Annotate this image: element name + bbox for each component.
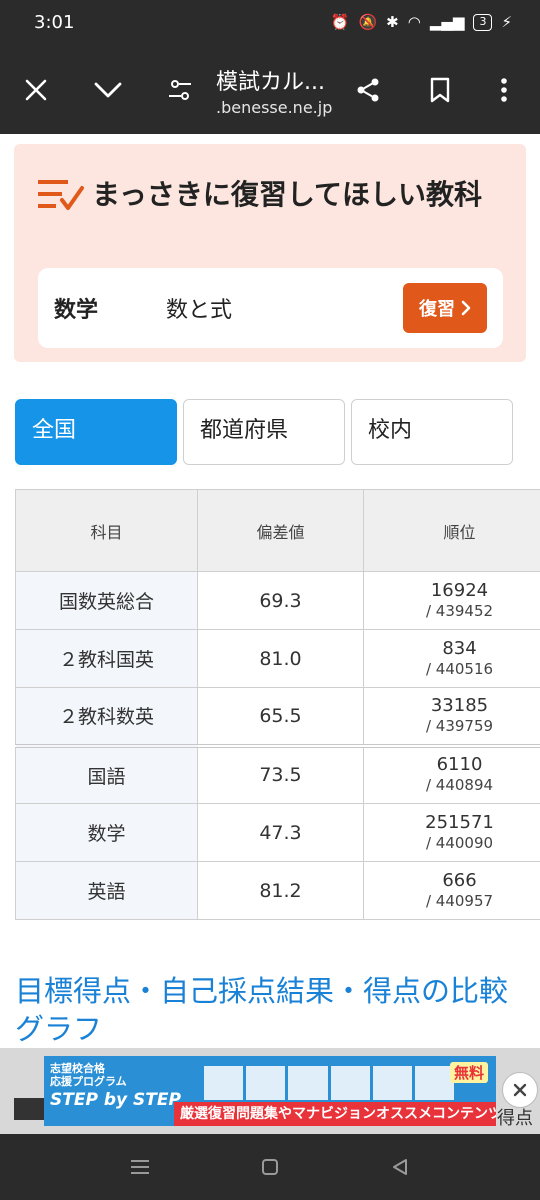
chevron-right-icon [461, 300, 471, 316]
header-rank: 順位 [363, 489, 540, 572]
row-rank: 251571/ 440090 [363, 803, 540, 862]
row-rank: 834/ 440516 [363, 629, 540, 688]
row-deviation: 81.0 [197, 629, 364, 688]
row-deviation: 81.2 [197, 861, 364, 920]
table-row: 英語 81.2 666/ 440957 [15, 861, 540, 920]
mute-icon: 🔕 [358, 13, 378, 31]
ad-program-name: STEP by STEP [50, 1090, 181, 1110]
rank-value: 6110 [436, 754, 483, 776]
rank-value: 834 [442, 637, 477, 659]
table-row: 数学 47.3 251571/ 440090 [15, 803, 540, 862]
row-rank: 33185/ 439759 [363, 687, 540, 746]
alarm-icon: ⏰ [330, 13, 350, 31]
chevron-down-icon[interactable] [88, 70, 128, 110]
system-nav-bar [0, 1134, 540, 1200]
tab-nationwide[interactable]: 全国 [15, 399, 177, 465]
review-button-label: 復習 [419, 299, 455, 320]
scope-tabs: 全国 都道府県 校内 [15, 399, 515, 467]
back-icon[interactable] [380, 1152, 420, 1182]
browser-toolbar: 模試カル... .benesse.ne.jp [0, 48, 540, 134]
status-bar: 3:01 ⏰ 🔕 ✱ ◠ ▂▄▆ 3 ⚡ [0, 0, 540, 48]
tab-school[interactable]: 校内 [351, 399, 513, 465]
table-header: 科目 偏差値 順位 [15, 489, 540, 572]
bluetooth-icon: ✱ [386, 13, 399, 31]
review-button[interactable]: 復習 [403, 283, 487, 333]
row-subject: 国語 [15, 743, 198, 804]
recent-apps-icon[interactable] [120, 1152, 160, 1182]
rank-value: 33185 [430, 694, 489, 716]
rank-value: 16924 [430, 579, 489, 601]
review-card: まっさきに復習してほしい教科 数学 数と式 復習 [14, 144, 526, 362]
grades-table: 科目 偏差値 順位 国数英総合 69.3 16924/ 439452 ２教科国英… [15, 489, 540, 920]
table-row: ２教科数英 65.5 33185/ 439759 [15, 687, 540, 746]
page-title: 模試カル... [216, 70, 325, 95]
close-icon [513, 1083, 527, 1097]
rank-value: 666 [442, 869, 477, 891]
row-subject: 国数英総合 [15, 571, 198, 630]
row-subject: 数学 [15, 803, 198, 862]
rank-value: 251571 [425, 811, 494, 833]
rank-total: / 440090 [425, 833, 494, 852]
row-deviation: 65.5 [197, 687, 364, 746]
bookmark-icon[interactable] [420, 70, 460, 110]
table-row: ２教科国英 81.0 834/ 440516 [15, 629, 540, 688]
header-deviation: 偏差値 [197, 489, 364, 572]
ad-creative[interactable]: 志望校合格 応援プログラム STEP by STEP 無料 厳選復習問題集やマナ… [44, 1056, 496, 1126]
signal-icon: ▂▄▆ [429, 13, 465, 31]
ad-close-button[interactable] [502, 1072, 538, 1108]
ad-books-image [204, 1066, 455, 1100]
header-subject: 科目 [15, 489, 198, 572]
review-subject: 数学 [54, 298, 99, 323]
review-topic: 数と式 [166, 298, 233, 323]
ad-tagline: 厳選復習問題集やマナビジョンオススメコンテンツが使える! [174, 1102, 496, 1126]
row-deviation: 73.5 [197, 743, 364, 804]
wifi-icon: ◠ [407, 13, 421, 31]
tab-prefecture[interactable]: 都道府県 [183, 399, 345, 465]
charging-icon: ⚡ [501, 13, 512, 31]
review-title: まっさきに復習してほしい教科 [92, 178, 483, 211]
table-row: 国数英総合 69.3 16924/ 439452 [15, 571, 540, 630]
share-icon[interactable] [348, 70, 388, 110]
ad-program-label: 志望校合格 応援プログラム [50, 1062, 127, 1088]
rank-total: / 439759 [425, 716, 494, 735]
row-deviation: 47.3 [197, 803, 364, 862]
row-subject: ２教科国英 [15, 629, 198, 688]
page-content: まっさきに復習してほしい教科 数学 数と式 復習 全国 都道府県 校内 科目 偏… [0, 134, 540, 1134]
page-url: .benesse.ne.jp [216, 98, 333, 117]
ad-underlying-bar [14, 1098, 44, 1120]
rank-total: / 440957 [425, 891, 494, 910]
row-subject: ２教科数英 [15, 687, 198, 746]
ad-trailing-text: 得点 [497, 1108, 533, 1129]
close-icon[interactable] [16, 70, 56, 110]
row-deviation: 69.3 [197, 571, 364, 630]
more-options-icon[interactable] [484, 70, 524, 110]
rank-total: / 439452 [425, 601, 494, 620]
row-subject: 英語 [15, 861, 198, 920]
ad-banner: 志望校合格 応援プログラム STEP by STEP 無料 厳選復習問題集やマナ… [0, 1048, 540, 1134]
status-icons: ⏰ 🔕 ✱ ◠ ▂▄▆ 3 ⚡ [331, 13, 512, 31]
rank-total: / 440516 [425, 659, 494, 678]
table-row: 国語 73.5 6110/ 440894 [15, 743, 540, 804]
rank-total: / 440894 [425, 776, 494, 795]
review-item: 数学 数と式 復習 [38, 268, 503, 348]
row-rank: 6110/ 440894 [363, 743, 540, 804]
home-icon[interactable] [250, 1152, 290, 1182]
status-time: 3:01 [34, 12, 75, 33]
battery-icon: 3 [473, 13, 493, 31]
ad-free-badge: 無料 [449, 1062, 488, 1083]
row-rank: 666/ 440957 [363, 861, 540, 920]
site-settings-icon[interactable] [160, 70, 200, 110]
row-rank: 16924/ 439452 [363, 571, 540, 630]
score-graph-section-title: 目標得点・自己採点結果・得点の比較グラフ [15, 974, 509, 1046]
ad-program-line1: 志望校合格 [50, 1062, 105, 1075]
ad-program-line2: 応援プログラム [50, 1075, 127, 1088]
